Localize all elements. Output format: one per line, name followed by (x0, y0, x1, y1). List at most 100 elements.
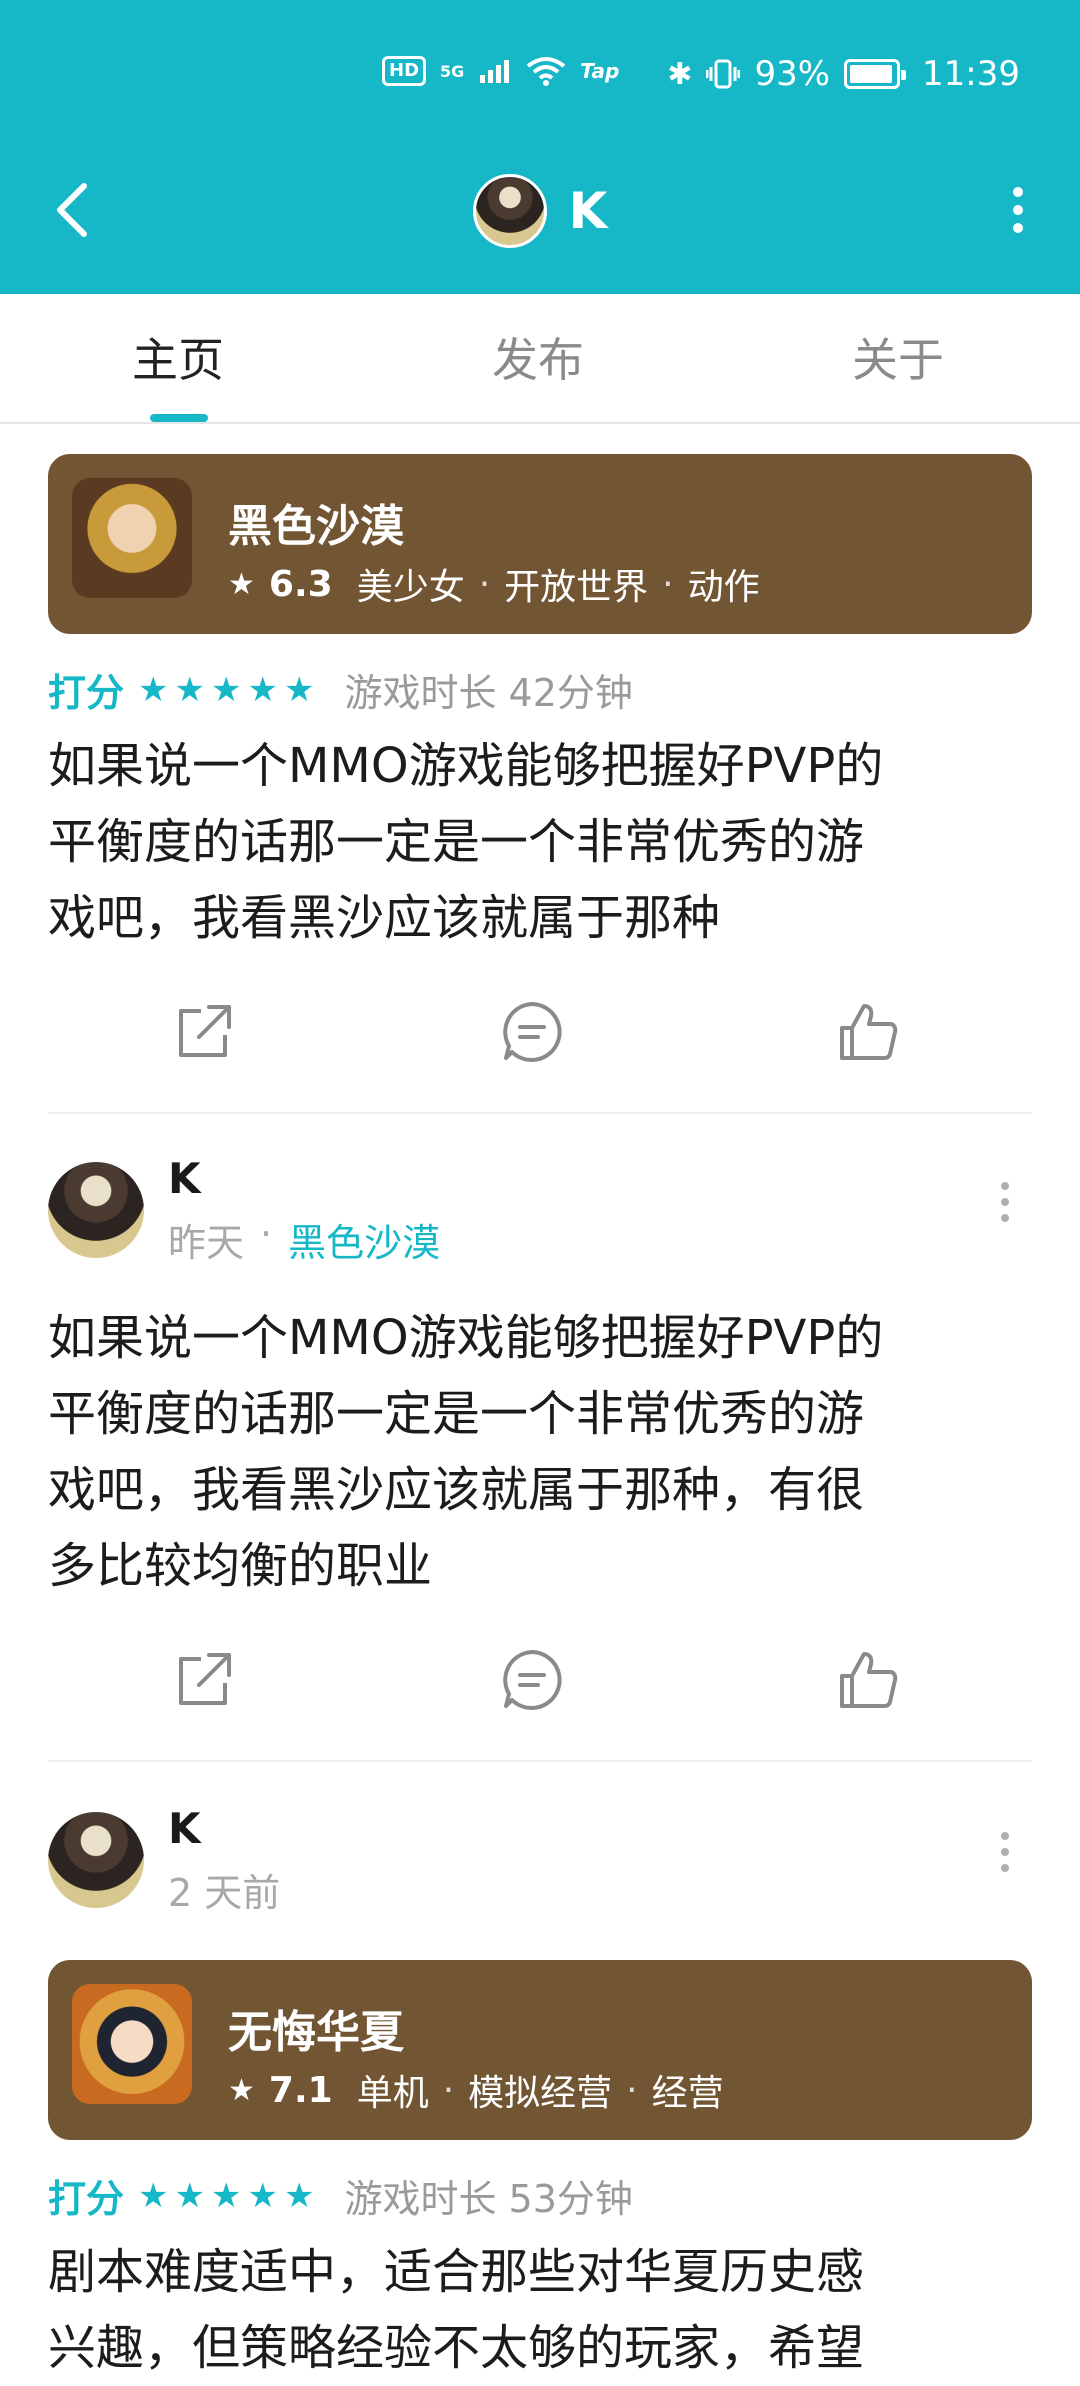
tab-indicator (150, 414, 208, 422)
nav-bar: K (0, 160, 1080, 260)
game-tag: 单机 (356, 2073, 429, 2114)
author-name[interactable]: K (168, 1154, 201, 1203)
star-icon: ★ (138, 669, 169, 710)
text-line: 戏吧，我看黑沙应该就属于那种，有很 (48, 1462, 865, 1518)
star-icon: ★ (210, 2175, 242, 2216)
like-button[interactable] (828, 1640, 908, 1720)
status-left: HD 5G Tap (382, 56, 619, 86)
post-header: K 昨天 · 黑色沙漠 (48, 1154, 1032, 1272)
post-meta: 昨天 · 黑色沙漠 (168, 1212, 440, 1267)
bluetooth-icon: ✱ (667, 56, 693, 92)
playtime: 游戏时长 42分钟 (344, 671, 633, 715)
game-score: 7.1 (268, 2069, 333, 2111)
game-card[interactable]: 无悔华夏 ★ 7.1 单机 · 模拟经营 · 经营 (48, 1960, 1032, 2140)
star-icon: ★ (228, 566, 255, 602)
share-icon (179, 1005, 231, 1057)
rating-label: 打分 (48, 2177, 125, 2221)
action-bar (0, 992, 1080, 1072)
game-name: 黑色沙漠 (228, 501, 404, 552)
divider (48, 1760, 1032, 1762)
top-app-bar: HD 5G Tap ✱ 93% 11:39 K (0, 0, 1080, 294)
status-bar: HD 5G Tap ✱ 93% 11:39 (0, 50, 1080, 110)
action-bar (0, 1640, 1080, 1720)
post-meta: 2 天前 (168, 1862, 280, 1917)
tab-home[interactable]: 主页 (132, 324, 224, 390)
thumbs-up-icon (840, 1004, 898, 1060)
tag-separator: · (478, 563, 491, 605)
star-icon: ★ (247, 669, 278, 710)
game-card[interactable]: 黑色沙漠 ★ 6.3 美少女 · 开放世界 · 动作 (48, 454, 1032, 634)
game-meta: ★ 6.3 美少女 · 开放世界 · 动作 (228, 558, 760, 610)
star-icon: ★ (174, 2175, 205, 2216)
star-icon: ★ (138, 2175, 169, 2216)
tab-about[interactable]: 关于 (852, 324, 944, 390)
post-time: 昨天 (168, 1221, 245, 1265)
avatar[interactable] (48, 1812, 144, 1908)
star-icon: ★ (174, 669, 205, 710)
more-options-button[interactable] (998, 180, 1038, 240)
game-link[interactable]: 黑色沙漠 (288, 1212, 440, 1267)
tag-separator: · (662, 563, 674, 605)
game-tag: 经营 (651, 2073, 724, 2114)
signal-icon (480, 60, 510, 83)
game-tag: 模拟经营 (468, 2073, 613, 2114)
post-time: 2 天前 (168, 1871, 281, 1915)
avatar[interactable] (472, 174, 547, 248)
game-tag: 美少女 (356, 567, 465, 608)
battery-percent: 93% (754, 54, 831, 94)
author-name[interactable]: K (168, 1804, 201, 1853)
star-icon: ★ (247, 2175, 278, 2216)
avatar[interactable] (48, 1162, 144, 1258)
share-icon (179, 1653, 231, 1705)
text-line: 如果说一个MMO游戏能够把握好PVP的 (48, 738, 884, 794)
game-tag: 动作 (687, 567, 760, 608)
text-line: 戏吧，我看黑沙应该就属于那种 (48, 890, 721, 946)
game-meta: ★ 7.1 单机 · 模拟经营 · 经营 (228, 2064, 724, 2116)
rating-stars: ★ ★ ★ ★ ★ (138, 670, 314, 710)
share-button[interactable] (164, 1640, 244, 1720)
text-line: 剧本难度适中，适合那些对华夏历史感 (48, 2244, 865, 2300)
star-icon: ★ (283, 2175, 315, 2216)
clock: 11:39 (922, 54, 1020, 94)
game-icon (72, 478, 192, 598)
rating-stars: ★ ★ ★ ★ ★ (138, 2176, 314, 2216)
text-line: 如果说一个MMO游戏能够把握好PVP的 (48, 1310, 884, 1366)
share-button[interactable] (164, 992, 244, 1072)
comment-icon (503, 1002, 562, 1062)
game-icon (72, 1984, 192, 2104)
more-vertical-icon (1001, 1832, 1009, 1840)
vibrate-icon (706, 59, 741, 89)
tab-posts[interactable]: 发布 (492, 324, 584, 390)
comment-button[interactable] (492, 992, 572, 1072)
post-more-button[interactable] (990, 1182, 1020, 1242)
game-name: 无悔华夏 (228, 2007, 404, 2058)
battery-icon (844, 59, 907, 89)
meta-separator: · (260, 1212, 273, 1256)
star-icon: ★ (210, 669, 242, 710)
review-text[interactable]: 剧本难度适中，适合那些对华夏历史感 兴趣，但策略经验不太够的玩家，希望 (48, 2234, 1038, 2386)
comment-button[interactable] (492, 1640, 572, 1720)
network-type: 5G (440, 61, 465, 81)
more-vertical-icon (1001, 1182, 1009, 1190)
text-line: 平衡度的话那一定是一个非常优秀的游 (48, 814, 865, 870)
game-tag: 开放世界 (504, 567, 649, 608)
page-title: K (568, 182, 608, 240)
like-button[interactable] (828, 992, 908, 1072)
text-line: 平衡度的话那一定是一个非常优秀的游 (48, 1386, 865, 1442)
tab-bar: 主页 发布 关于 (0, 294, 1080, 424)
text-line: 多比较均衡的职业 (48, 1538, 433, 1594)
tap-indicator: Tap (580, 59, 620, 83)
review-text[interactable]: 如果说一个MMO游戏能够把握好PVP的 平衡度的话那一定是一个非常优秀的游 戏吧… (48, 728, 1038, 956)
star-icon: ★ (283, 669, 315, 710)
status-right: ✱ 93% 11:39 (667, 54, 1020, 94)
post-more-button[interactable] (990, 1832, 1020, 1892)
tag-separator: · (442, 2069, 455, 2111)
profile-header: K (0, 174, 1080, 248)
more-vertical-icon (1013, 187, 1023, 197)
thumbs-up-icon (840, 1652, 898, 1708)
game-score: 6.3 (268, 563, 333, 605)
wifi-icon (527, 57, 566, 86)
post-text[interactable]: 如果说一个MMO游戏能够把握好PVP的 平衡度的话那一定是一个非常优秀的游 戏吧… (48, 1300, 1038, 1604)
hd-indicator: HD (382, 56, 427, 86)
rating-label: 打分 (48, 671, 125, 715)
